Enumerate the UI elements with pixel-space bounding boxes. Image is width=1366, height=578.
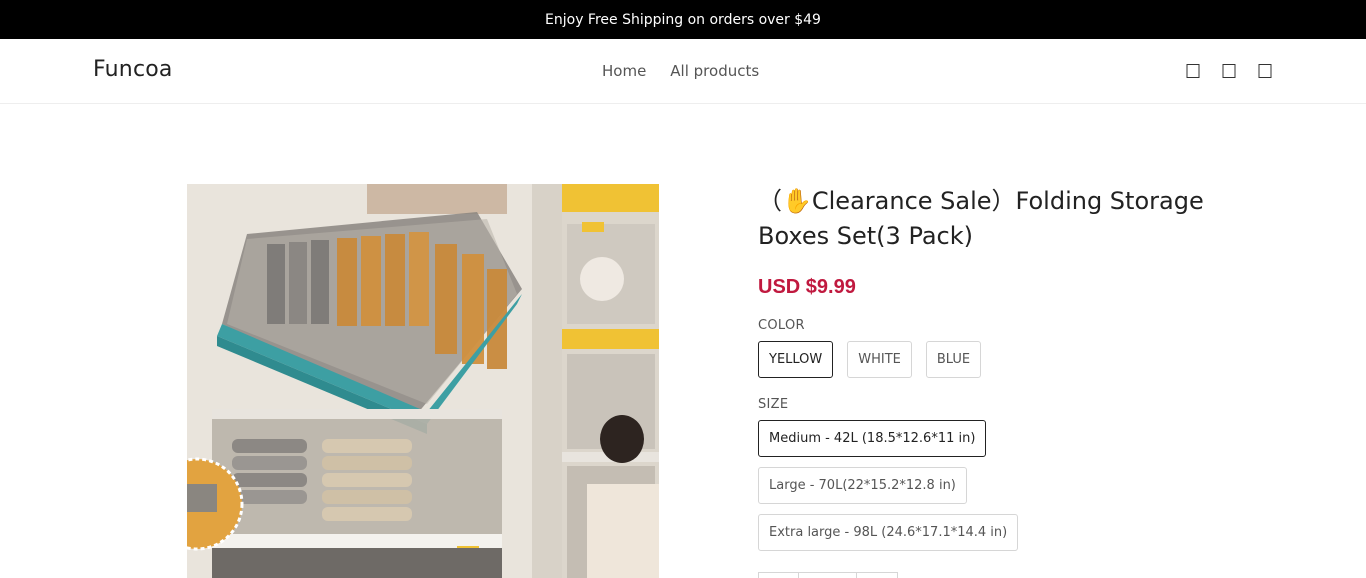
product-info: （✋Clearance Sale）Folding Storage Boxes S… bbox=[758, 184, 1228, 551]
quantity-increase-button[interactable] bbox=[857, 573, 897, 578]
size-option-extra-large[interactable]: Extra large - 98L (24.6*17.1*14.4 in) bbox=[758, 514, 1019, 551]
color-label: COLOR bbox=[758, 318, 805, 333]
header-icons bbox=[1186, 63, 1272, 79]
nav-home-link[interactable]: Home bbox=[602, 62, 646, 80]
quantity-input[interactable] bbox=[799, 573, 857, 578]
product-price: USD $9.99 bbox=[758, 276, 856, 298]
size-option-medium[interactable]: Medium - 42L (18.5*12.6*11 in) bbox=[758, 420, 987, 457]
product-title: （✋Clearance Sale）Folding Storage Boxes S… bbox=[758, 187, 1204, 250]
size-option-large[interactable]: Large - 70L(22*15.2*12.8 in) bbox=[758, 467, 967, 504]
product-image[interactable] bbox=[187, 184, 659, 578]
color-option-white[interactable]: WHITE bbox=[847, 341, 912, 378]
size-label: SIZE bbox=[758, 397, 789, 412]
nav-all-products-link[interactable]: All products bbox=[670, 62, 759, 80]
color-option-blue[interactable]: BLUE bbox=[925, 341, 982, 378]
search-icon[interactable] bbox=[1186, 63, 1200, 79]
cart-icon[interactable] bbox=[1258, 63, 1272, 79]
color-option-yellow[interactable]: YELLOW bbox=[758, 341, 834, 378]
account-icon[interactable] bbox=[1222, 63, 1236, 79]
color-options: YELLOW WHITE BLUE bbox=[758, 341, 1228, 378]
size-options: Medium - 42L (18.5*12.6*11 in) Large - 7… bbox=[758, 420, 1228, 551]
quantity-stepper[interactable] bbox=[758, 572, 898, 578]
site-header: Funcoa Home All products bbox=[0, 39, 1366, 104]
quantity-decrease-button[interactable] bbox=[759, 573, 799, 578]
main-nav: Home All products bbox=[602, 62, 759, 80]
store-logo[interactable]: Funcoa bbox=[93, 57, 173, 82]
announcement-text: Enjoy Free Shipping on orders over $49 bbox=[545, 11, 821, 28]
announcement-bar: Enjoy Free Shipping on orders over $49 bbox=[0, 0, 1366, 39]
storage-box-photo bbox=[187, 184, 659, 578]
